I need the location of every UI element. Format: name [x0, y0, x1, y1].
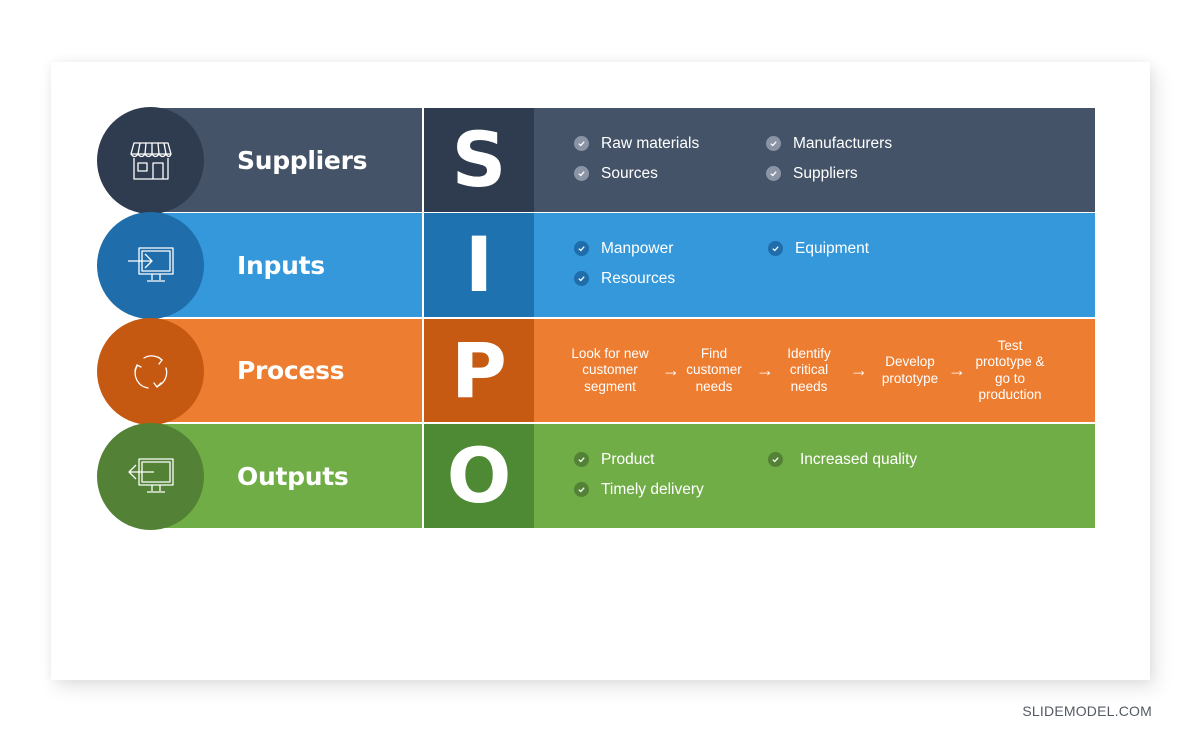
monitor-input-icon — [127, 246, 174, 282]
bullet-item: Suppliers — [766, 163, 966, 184]
process-step-1: Look for new customer segment — [560, 346, 660, 396]
bullet-label: Timely delivery — [601, 480, 704, 498]
outputs-content: Product Increased quality Timely deliver… — [534, 424, 1095, 528]
check-icon — [768, 241, 783, 256]
row-inputs: Inputs I Manpower Equipment Resources — [150, 213, 1095, 317]
bullet-item: Product — [574, 449, 768, 470]
step-line: needs — [790, 378, 828, 394]
process-step-5: Test prototype & go to production — [968, 338, 1052, 404]
process-circle — [97, 318, 204, 425]
bullet-label: Manpower — [601, 239, 674, 257]
step-line: Test — [997, 337, 1023, 353]
brand-watermark: SLIDEMODEL.COM — [1022, 703, 1152, 719]
cycle-arrows-icon — [133, 354, 167, 389]
step-line: go to — [994, 370, 1026, 386]
step-line: needs — [695, 378, 733, 394]
check-icon — [574, 166, 589, 181]
arrow-right-icon: → — [850, 360, 868, 380]
check-icon — [766, 136, 781, 151]
step-line: Develop — [885, 354, 935, 369]
inputs-title: Inputs — [237, 250, 325, 280]
bullet-label: Equipment — [795, 239, 870, 257]
bullet-item: Manufacturers — [766, 133, 966, 154]
process-step-2: Find customer needs — [682, 346, 746, 396]
check-icon — [574, 452, 589, 467]
bullet-label: Raw materials — [601, 134, 700, 152]
process-step-3: Identify critical needs — [776, 346, 842, 396]
check-icon — [768, 452, 783, 467]
outputs-bullets: Product Increased quality Timely deliver… — [574, 449, 968, 500]
step-line: Identify — [787, 345, 831, 361]
step-line: Find — [700, 345, 728, 361]
step-line: prototype — [881, 370, 939, 386]
inputs-letter: I — [424, 213, 534, 317]
row-suppliers: Suppliers S Raw materials Manufacturers … — [150, 108, 1095, 212]
step-line: Look for new — [571, 345, 649, 361]
bullet-label: Sources — [601, 164, 658, 182]
storefront-icon — [129, 141, 172, 180]
process-steps: Look for new customer segment → Find cus… — [560, 319, 1052, 422]
bullet-label: Product — [601, 450, 655, 468]
process-content: Look for new customer segment → Find cus… — [534, 319, 1095, 422]
step-line: production — [978, 387, 1042, 402]
row-outputs: Outputs O Product Increased quality Time… — [150, 424, 1095, 528]
check-icon — [574, 271, 589, 286]
step-line: segment — [584, 378, 636, 394]
suppliers-bullets: Raw materials Manufacturers Sources Supp… — [574, 133, 966, 184]
row-process: Process P Look for new customer segment … — [150, 319, 1095, 422]
arrow-right-icon: → — [662, 360, 680, 380]
bullet-label: Resources — [601, 269, 676, 287]
inputs-circle — [97, 212, 204, 319]
arrow-right-icon: → — [948, 360, 966, 380]
bullet-label: Suppliers — [793, 164, 858, 182]
suppliers-circle — [97, 107, 204, 214]
bullet-item: Timely delivery — [574, 479, 768, 500]
check-icon — [574, 482, 589, 497]
check-icon — [574, 241, 589, 256]
process-title: Process — [237, 356, 345, 385]
bullet-label: Manufacturers — [793, 134, 893, 152]
suppliers-letter: S — [424, 108, 534, 212]
suppliers-content: Raw materials Manufacturers Sources Supp… — [534, 108, 1095, 212]
bullet-item: Increased quality — [768, 449, 968, 470]
outputs-title: Outputs — [237, 461, 349, 491]
step-line: prototype & — [975, 354, 1045, 369]
check-icon — [574, 136, 589, 151]
bullet-item: Resources — [574, 268, 768, 289]
step-line: customer — [686, 362, 742, 378]
outputs-letter: O — [424, 424, 534, 528]
outputs-circle — [97, 423, 204, 530]
process-step-4: Develop prototype — [874, 354, 946, 387]
inputs-bullets: Manpower Equipment Resources — [574, 238, 968, 289]
bullet-label: Increased quality — [800, 450, 918, 468]
bullet-item: Raw materials — [574, 133, 766, 154]
step-line: customer — [582, 362, 638, 378]
suppliers-title: Suppliers — [237, 145, 368, 175]
process-letter: P — [424, 319, 534, 422]
bullet-item: Manpower — [574, 238, 768, 259]
bullet-item: Equipment — [768, 238, 968, 259]
step-line: critical — [789, 362, 829, 378]
monitor-output-icon — [127, 457, 174, 493]
inputs-content: Manpower Equipment Resources — [534, 213, 1095, 317]
bullet-item: Sources — [574, 163, 766, 184]
arrow-right-icon: → — [756, 360, 774, 380]
check-icon — [766, 166, 781, 181]
